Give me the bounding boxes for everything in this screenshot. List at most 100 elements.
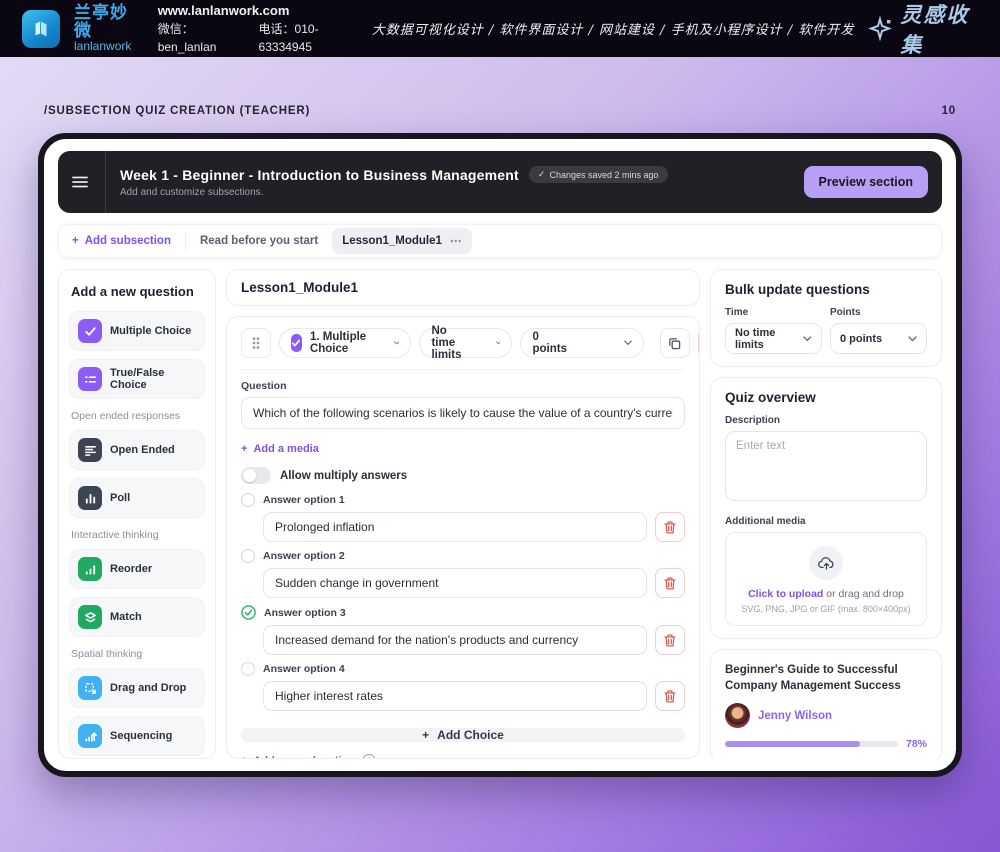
- correct-answer-radio[interactable]: [241, 493, 255, 507]
- promo-topbar: 兰亭妙微 lanlanwork www.lanlanwork.com 微信：be…: [0, 0, 1000, 57]
- brand-name-cn: 兰亭妙微: [74, 4, 138, 40]
- add-explanation-link[interactable]: + Add an explanation: [241, 755, 355, 759]
- delete-option-button[interactable]: [655, 681, 685, 711]
- divider: [185, 233, 186, 250]
- description-textarea[interactable]: [725, 431, 927, 501]
- tab-lesson1-module1[interactable]: Lesson1_Module1 ⋯: [332, 228, 472, 254]
- drag-drop-icon: [78, 676, 102, 700]
- author-name[interactable]: Jenny Wilson: [758, 710, 832, 722]
- answer-option-input[interactable]: [263, 512, 647, 542]
- trash-icon: [664, 690, 676, 703]
- website-url: www.lanlanwork.com: [158, 1, 358, 21]
- cloud-upload-icon: [809, 546, 843, 580]
- text-lines-icon: [78, 438, 102, 462]
- group-interactive-thinking: Interactive thinking: [71, 529, 203, 541]
- progress-bar: [725, 741, 898, 747]
- qtype-drag-and-drop[interactable]: Drag and Drop: [69, 668, 205, 708]
- qtype-reorder[interactable]: Reorder: [69, 549, 205, 589]
- layers-icon: [78, 605, 102, 629]
- delete-option-button[interactable]: [655, 512, 685, 542]
- qtype-poll[interactable]: Poll: [69, 478, 205, 518]
- page-background: /SUBSECTION QUIZ CREATION (TEACHER) 10 W…: [0, 57, 1000, 852]
- module-title-field[interactable]: Lesson1_Module1: [226, 269, 700, 306]
- question-label: Question: [241, 380, 685, 392]
- brand-logo-icon: [22, 10, 60, 48]
- correct-answer-radio[interactable]: [241, 662, 255, 676]
- delete-option-button[interactable]: [655, 568, 685, 598]
- duplicate-question-button[interactable]: [660, 328, 690, 358]
- question-types-sidebar: Add a new question Multiple Choice True/…: [58, 269, 216, 759]
- group-spatial-thinking: Spatial thinking: [71, 648, 203, 660]
- description-label: Description: [725, 415, 927, 426]
- add-subsection-button[interactable]: + Add subsection: [72, 235, 171, 247]
- bulk-time-select[interactable]: No time limits: [725, 323, 822, 354]
- click-to-upload-link[interactable]: Click to upload: [748, 588, 823, 600]
- allow-multiple-label: Allow multiply answers: [280, 470, 407, 482]
- bulk-title: Bulk update questions: [725, 282, 927, 297]
- ascending-bars-icon: [78, 557, 102, 581]
- answer-option-row: Answer option 4: [241, 662, 685, 711]
- section-title: Week 1 - Beginner - Introduction to Busi…: [120, 167, 519, 183]
- editor-column: Lesson1_Module1 1. Multiple Choice: [226, 269, 700, 759]
- qtype-true-false[interactable]: True/False Choice: [69, 359, 205, 399]
- quiz-overview-card: Quiz overview Description Additional med…: [710, 377, 942, 639]
- avatar: [725, 703, 750, 728]
- check-square-icon: [291, 334, 302, 352]
- upload-hint: SVG, PNG, JPG or GIF (max. 800×400px): [732, 604, 920, 614]
- preview-section-button[interactable]: Preview section: [804, 166, 929, 198]
- answer-option-row: Answer option 3: [241, 605, 685, 655]
- inspiration-collect: 灵感收集: [868, 0, 978, 59]
- time-limit-select[interactable]: No time limits: [419, 328, 512, 358]
- add-media-link[interactable]: + Add a media: [241, 443, 319, 455]
- points-select[interactable]: 0 points: [520, 328, 644, 358]
- qtype-multiple-choice[interactable]: Multiple Choice: [69, 311, 205, 351]
- course-progress-card: Beginner's Guide to Successful Company M…: [710, 649, 942, 759]
- phone-contact: 电话：010-63334945: [259, 20, 358, 56]
- breadcrumb: /SUBSECTION QUIZ CREATION (TEACHER): [44, 105, 310, 117]
- delete-option-button[interactable]: [655, 625, 685, 655]
- check-square-icon: [78, 319, 102, 343]
- drag-handle[interactable]: [241, 328, 271, 358]
- answer-option-input[interactable]: [263, 568, 647, 598]
- points-label: Points: [830, 307, 927, 318]
- question-type-select[interactable]: 1. Multiple Choice: [279, 328, 411, 358]
- brand-name: 兰亭妙微 lanlanwork: [74, 4, 138, 52]
- plus-icon: +: [72, 235, 79, 247]
- chevron-down-icon: [803, 336, 812, 342]
- app-frame: Week 1 - Beginner - Introduction to Busi…: [38, 133, 962, 777]
- add-choice-button[interactable]: + Add Choice: [241, 728, 685, 742]
- menu-icon[interactable]: [72, 151, 106, 213]
- plus-icon: +: [241, 443, 247, 455]
- answer-option-row: Answer option 2: [241, 549, 685, 598]
- tab-read-before-you-start[interactable]: Read before you start: [200, 235, 318, 247]
- section-subtitle: Add and customize subsections.: [120, 187, 668, 198]
- trash-icon: [664, 577, 676, 590]
- answer-option-input[interactable]: [263, 681, 647, 711]
- course-title: Beginner's Guide to Successful Company M…: [725, 662, 927, 694]
- chevron-down-icon: [908, 336, 917, 342]
- correct-check-icon[interactable]: [241, 605, 256, 620]
- info-icon[interactable]: i: [362, 754, 376, 759]
- bar-chart-icon: [78, 486, 102, 510]
- tab-options-icon[interactable]: ⋯: [450, 234, 463, 248]
- trash-icon: [664, 521, 676, 534]
- bulk-points-select[interactable]: 0 points: [830, 323, 927, 354]
- qtype-match[interactable]: Match: [69, 597, 205, 637]
- services-list: 大数据可视化设计 / 软件界面设计 / 网站建设 / 手机及小程序设计 / 软件…: [372, 19, 855, 38]
- copy-icon: [668, 337, 681, 350]
- media-upload-dropzone[interactable]: Click to upload or drag and drop SVG, PN…: [725, 532, 927, 626]
- collect-label: 灵感收集: [900, 0, 978, 59]
- question-card: 1. Multiple Choice No time limits 0 poin…: [226, 316, 700, 759]
- chevron-down-icon: [624, 340, 632, 346]
- page-number: 10: [942, 105, 956, 117]
- delete-question-button[interactable]: [698, 328, 700, 358]
- allow-multiple-toggle[interactable]: [241, 467, 271, 484]
- correct-answer-radio[interactable]: [241, 549, 255, 563]
- answer-option-input[interactable]: [263, 625, 647, 655]
- sparkle-icon: [868, 16, 894, 42]
- chevron-down-icon: [394, 340, 399, 346]
- qtype-open-ended[interactable]: Open Ended: [69, 430, 205, 470]
- qtype-sequencing[interactable]: Sequencing: [69, 716, 205, 756]
- question-text-input[interactable]: [241, 397, 685, 429]
- chevron-down-icon: [496, 340, 501, 346]
